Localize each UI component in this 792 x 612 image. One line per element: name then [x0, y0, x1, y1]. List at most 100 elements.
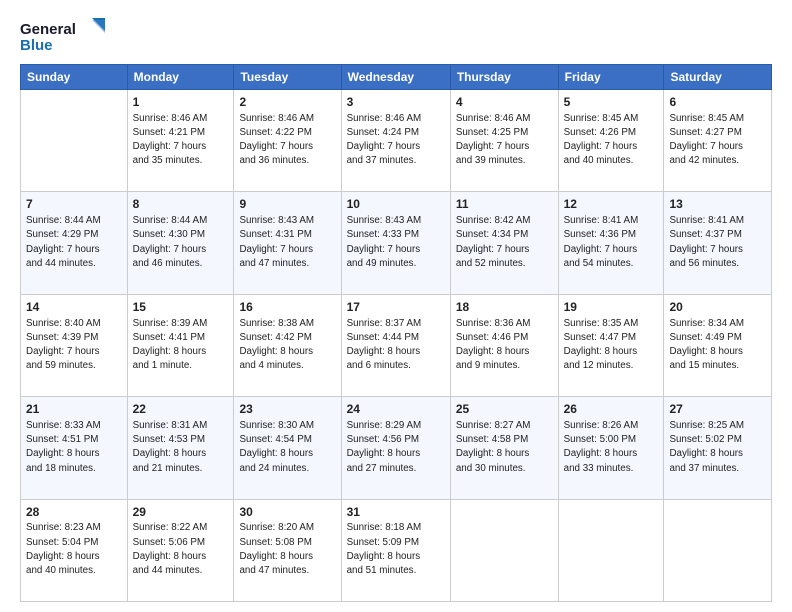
calendar-cell: 8Sunrise: 8:44 AM Sunset: 4:30 PM Daylig…	[127, 192, 234, 294]
header-cell-wednesday: Wednesday	[341, 65, 450, 90]
day-info: Sunrise: 8:43 AM Sunset: 4:33 PM Dayligh…	[347, 214, 445, 271]
day-number: 9	[239, 196, 335, 213]
calendar-cell: 7Sunrise: 8:44 AM Sunset: 4:29 PM Daylig…	[21, 192, 128, 294]
calendar-cell: 5Sunrise: 8:45 AM Sunset: 4:26 PM Daylig…	[558, 90, 664, 192]
day-number: 20	[669, 299, 766, 316]
day-number: 29	[133, 504, 229, 521]
header-cell-thursday: Thursday	[450, 65, 558, 90]
calendar-cell: 31Sunrise: 8:18 AM Sunset: 5:09 PM Dayli…	[341, 499, 450, 601]
calendar-cell: 18Sunrise: 8:36 AM Sunset: 4:46 PM Dayli…	[450, 294, 558, 396]
day-info: Sunrise: 8:44 AM Sunset: 4:29 PM Dayligh…	[26, 214, 122, 271]
calendar-table: SundayMondayTuesdayWednesdayThursdayFrid…	[20, 64, 772, 602]
day-number: 12	[564, 196, 659, 213]
day-number: 28	[26, 504, 122, 521]
svg-text:General: General	[20, 21, 76, 38]
day-info: Sunrise: 8:45 AM Sunset: 4:26 PM Dayligh…	[564, 112, 659, 169]
week-row-3: 21Sunrise: 8:33 AM Sunset: 4:51 PM Dayli…	[21, 397, 772, 499]
day-number: 4	[456, 94, 553, 111]
day-number: 10	[347, 196, 445, 213]
calendar-cell: 4Sunrise: 8:46 AM Sunset: 4:25 PM Daylig…	[450, 90, 558, 192]
day-info: Sunrise: 8:35 AM Sunset: 4:47 PM Dayligh…	[564, 317, 659, 374]
day-number: 26	[564, 401, 659, 418]
day-number: 24	[347, 401, 445, 418]
day-info: Sunrise: 8:20 AM Sunset: 5:08 PM Dayligh…	[239, 521, 335, 578]
day-number: 5	[564, 94, 659, 111]
day-info: Sunrise: 8:30 AM Sunset: 4:54 PM Dayligh…	[239, 419, 335, 476]
calendar-cell	[558, 499, 664, 601]
calendar-cell: 30Sunrise: 8:20 AM Sunset: 5:08 PM Dayli…	[234, 499, 341, 601]
calendar-cell: 27Sunrise: 8:25 AM Sunset: 5:02 PM Dayli…	[664, 397, 772, 499]
day-info: Sunrise: 8:46 AM Sunset: 4:21 PM Dayligh…	[133, 112, 229, 169]
calendar-cell: 11Sunrise: 8:42 AM Sunset: 4:34 PM Dayli…	[450, 192, 558, 294]
day-info: Sunrise: 8:40 AM Sunset: 4:39 PM Dayligh…	[26, 317, 122, 374]
calendar-cell: 17Sunrise: 8:37 AM Sunset: 4:44 PM Dayli…	[341, 294, 450, 396]
day-number: 30	[239, 504, 335, 521]
day-info: Sunrise: 8:37 AM Sunset: 4:44 PM Dayligh…	[347, 317, 445, 374]
calendar-cell: 9Sunrise: 8:43 AM Sunset: 4:31 PM Daylig…	[234, 192, 341, 294]
day-info: Sunrise: 8:25 AM Sunset: 5:02 PM Dayligh…	[669, 419, 766, 476]
calendar-cell: 19Sunrise: 8:35 AM Sunset: 4:47 PM Dayli…	[558, 294, 664, 396]
day-number: 19	[564, 299, 659, 316]
calendar-cell: 14Sunrise: 8:40 AM Sunset: 4:39 PM Dayli…	[21, 294, 128, 396]
day-info: Sunrise: 8:38 AM Sunset: 4:42 PM Dayligh…	[239, 317, 335, 374]
day-info: Sunrise: 8:46 AM Sunset: 4:25 PM Dayligh…	[456, 112, 553, 169]
calendar-cell: 29Sunrise: 8:22 AM Sunset: 5:06 PM Dayli…	[127, 499, 234, 601]
week-row-0: 1Sunrise: 8:46 AM Sunset: 4:21 PM Daylig…	[21, 90, 772, 192]
day-number: 6	[669, 94, 766, 111]
day-info: Sunrise: 8:36 AM Sunset: 4:46 PM Dayligh…	[456, 317, 553, 374]
week-row-1: 7Sunrise: 8:44 AM Sunset: 4:29 PM Daylig…	[21, 192, 772, 294]
day-number: 11	[456, 196, 553, 213]
logo-svg: General Blue	[20, 16, 110, 56]
day-number: 22	[133, 401, 229, 418]
day-number: 27	[669, 401, 766, 418]
day-info: Sunrise: 8:43 AM Sunset: 4:31 PM Dayligh…	[239, 214, 335, 271]
day-info: Sunrise: 8:27 AM Sunset: 4:58 PM Dayligh…	[456, 419, 553, 476]
day-number: 3	[347, 94, 445, 111]
day-info: Sunrise: 8:18 AM Sunset: 5:09 PM Dayligh…	[347, 521, 445, 578]
day-number: 8	[133, 196, 229, 213]
calendar-cell: 24Sunrise: 8:29 AM Sunset: 4:56 PM Dayli…	[341, 397, 450, 499]
calendar-header: SundayMondayTuesdayWednesdayThursdayFrid…	[21, 65, 772, 90]
day-number: 25	[456, 401, 553, 418]
day-number: 15	[133, 299, 229, 316]
svg-text:Blue: Blue	[20, 37, 53, 54]
calendar-cell	[21, 90, 128, 192]
day-number: 1	[133, 94, 229, 111]
calendar-cell: 2Sunrise: 8:46 AM Sunset: 4:22 PM Daylig…	[234, 90, 341, 192]
day-number: 23	[239, 401, 335, 418]
day-number: 21	[26, 401, 122, 418]
day-number: 14	[26, 299, 122, 316]
header-cell-sunday: Sunday	[21, 65, 128, 90]
day-info: Sunrise: 8:42 AM Sunset: 4:34 PM Dayligh…	[456, 214, 553, 271]
day-info: Sunrise: 8:22 AM Sunset: 5:06 PM Dayligh…	[133, 521, 229, 578]
calendar-cell: 25Sunrise: 8:27 AM Sunset: 4:58 PM Dayli…	[450, 397, 558, 499]
day-number: 16	[239, 299, 335, 316]
day-number: 13	[669, 196, 766, 213]
day-info: Sunrise: 8:33 AM Sunset: 4:51 PM Dayligh…	[26, 419, 122, 476]
calendar-cell: 22Sunrise: 8:31 AM Sunset: 4:53 PM Dayli…	[127, 397, 234, 499]
calendar-cell: 16Sunrise: 8:38 AM Sunset: 4:42 PM Dayli…	[234, 294, 341, 396]
header-cell-saturday: Saturday	[664, 65, 772, 90]
header-row: SundayMondayTuesdayWednesdayThursdayFrid…	[21, 65, 772, 90]
calendar-cell: 1Sunrise: 8:46 AM Sunset: 4:21 PM Daylig…	[127, 90, 234, 192]
calendar-cell	[664, 499, 772, 601]
day-info: Sunrise: 8:29 AM Sunset: 4:56 PM Dayligh…	[347, 419, 445, 476]
day-info: Sunrise: 8:46 AM Sunset: 4:24 PM Dayligh…	[347, 112, 445, 169]
day-info: Sunrise: 8:44 AM Sunset: 4:30 PM Dayligh…	[133, 214, 229, 271]
day-info: Sunrise: 8:45 AM Sunset: 4:27 PM Dayligh…	[669, 112, 766, 169]
day-info: Sunrise: 8:41 AM Sunset: 4:36 PM Dayligh…	[564, 214, 659, 271]
header-cell-tuesday: Tuesday	[234, 65, 341, 90]
calendar-cell: 12Sunrise: 8:41 AM Sunset: 4:36 PM Dayli…	[558, 192, 664, 294]
calendar-cell: 13Sunrise: 8:41 AM Sunset: 4:37 PM Dayli…	[664, 192, 772, 294]
calendar-cell: 23Sunrise: 8:30 AM Sunset: 4:54 PM Dayli…	[234, 397, 341, 499]
logo: General Blue	[20, 16, 110, 56]
week-row-2: 14Sunrise: 8:40 AM Sunset: 4:39 PM Dayli…	[21, 294, 772, 396]
week-row-4: 28Sunrise: 8:23 AM Sunset: 5:04 PM Dayli…	[21, 499, 772, 601]
calendar-cell: 10Sunrise: 8:43 AM Sunset: 4:33 PM Dayli…	[341, 192, 450, 294]
header-cell-friday: Friday	[558, 65, 664, 90]
header-cell-monday: Monday	[127, 65, 234, 90]
day-info: Sunrise: 8:34 AM Sunset: 4:49 PM Dayligh…	[669, 317, 766, 374]
day-info: Sunrise: 8:31 AM Sunset: 4:53 PM Dayligh…	[133, 419, 229, 476]
day-info: Sunrise: 8:39 AM Sunset: 4:41 PM Dayligh…	[133, 317, 229, 374]
calendar-cell: 6Sunrise: 8:45 AM Sunset: 4:27 PM Daylig…	[664, 90, 772, 192]
